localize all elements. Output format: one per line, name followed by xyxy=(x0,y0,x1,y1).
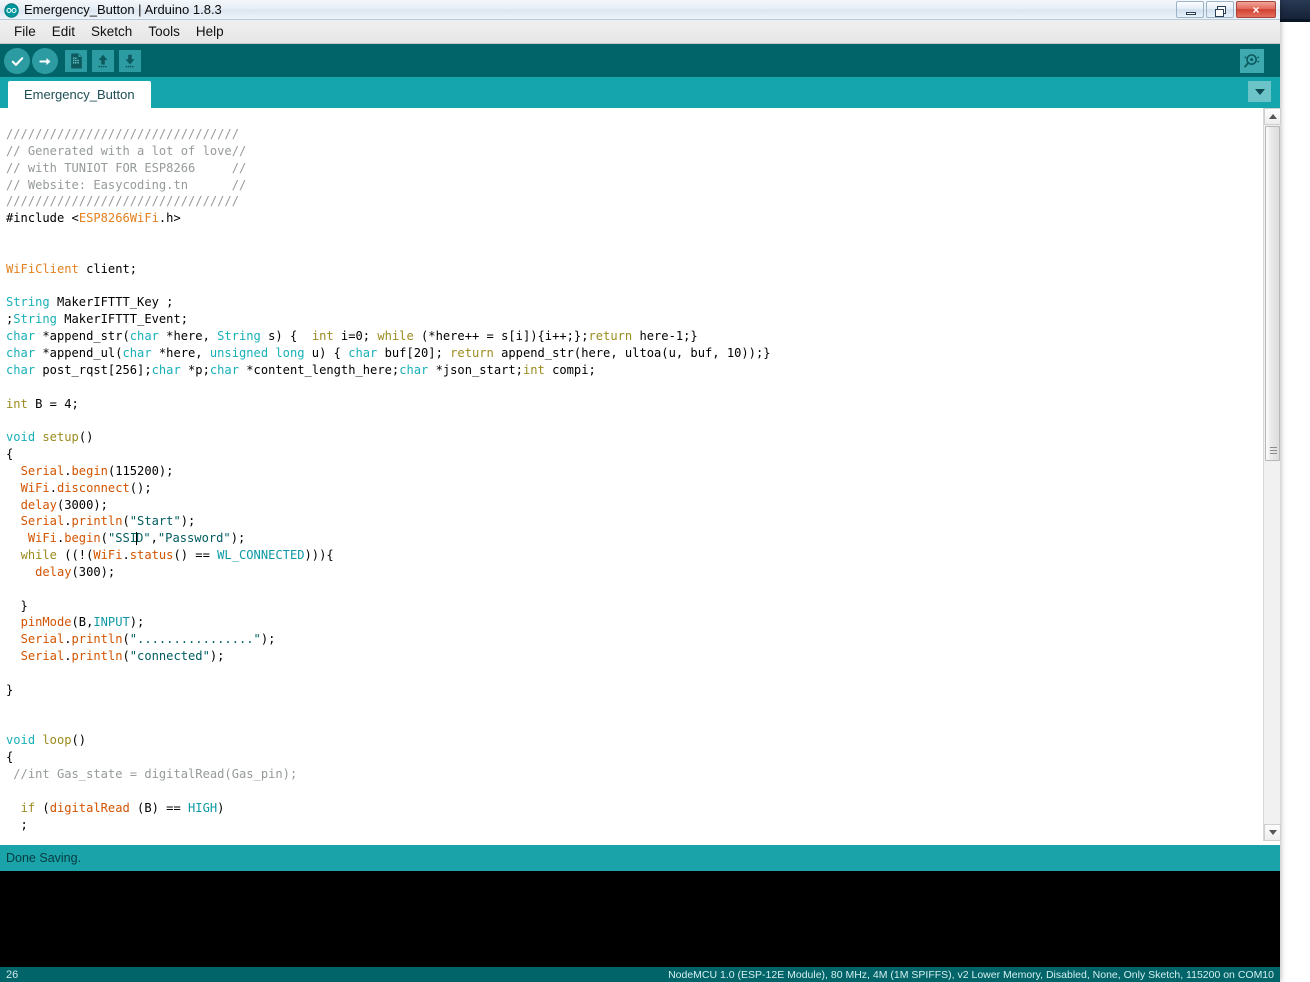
triangle-down-icon xyxy=(1268,830,1277,835)
toolbar xyxy=(0,44,1280,77)
menu-item-edit[interactable]: Edit xyxy=(44,22,83,41)
close-button[interactable]: × xyxy=(1236,1,1276,18)
scrollbar-grip-icon xyxy=(1270,447,1277,454)
editor-vertical-scrollbar[interactable] xyxy=(1263,108,1281,841)
arrow-up-icon xyxy=(92,50,114,72)
text-cursor xyxy=(136,532,138,546)
menu-item-file[interactable]: File xyxy=(6,22,44,41)
upload-button[interactable] xyxy=(32,48,58,74)
serial-monitor-button[interactable] xyxy=(1240,48,1264,73)
new-document-icon xyxy=(65,50,87,72)
scrollbar-thumb[interactable] xyxy=(1265,126,1280,461)
open-sketch-button[interactable] xyxy=(92,48,114,72)
code-text: //////////////////////////////// // Gene… xyxy=(6,127,771,832)
bottom-status-bar: 26 NodeMCU 1.0 (ESP-12E Module), 80 MHz,… xyxy=(0,967,1280,982)
sketch-tab-bar: Emergency_Button xyxy=(0,77,1280,108)
menu-item-sketch[interactable]: Sketch xyxy=(83,22,140,41)
verify-button[interactable] xyxy=(4,48,30,74)
scroll-down-button[interactable] xyxy=(1264,824,1281,841)
magnifier-icon xyxy=(1240,49,1264,73)
restore-button[interactable] xyxy=(1206,1,1234,18)
tab-emergency-button[interactable]: Emergency_Button xyxy=(8,81,151,108)
code-editor[interactable]: //////////////////////////////// // Gene… xyxy=(0,108,1280,841)
title-bar: Emergency_Button | Arduino 1.8.3 × xyxy=(0,0,1280,20)
board-info-label: NodeMCU 1.0 (ESP-12E Module), 80 MHz, 4M… xyxy=(668,968,1274,981)
menu-item-tools[interactable]: Tools xyxy=(140,22,188,41)
save-sketch-button[interactable] xyxy=(119,48,141,72)
check-icon xyxy=(4,48,30,74)
line-number-indicator: 26 xyxy=(6,968,19,981)
minimize-button[interactable] xyxy=(1176,1,1204,18)
menu-item-help[interactable]: Help xyxy=(188,22,232,41)
new-sketch-button[interactable] xyxy=(65,48,87,72)
arduino-ide-window: Emergency_Button | Arduino 1.8.3 × File … xyxy=(0,0,1281,982)
scroll-up-button[interactable] xyxy=(1264,108,1281,125)
status-message-bar: Done Saving. xyxy=(0,845,1280,871)
arrow-right-icon xyxy=(32,48,58,74)
tab-label: Emergency_Button xyxy=(24,87,135,102)
close-icon: × xyxy=(1252,2,1260,17)
window-title: Emergency_Button | Arduino 1.8.3 xyxy=(24,2,222,17)
minimize-icon xyxy=(1186,12,1196,15)
restore-icon-back xyxy=(1215,9,1224,17)
arrow-down-icon xyxy=(119,50,141,72)
arduino-infinity-logo-icon xyxy=(4,3,19,18)
console-output[interactable] xyxy=(0,871,1280,967)
chevron-down-icon xyxy=(1254,88,1265,95)
tab-menu-button[interactable] xyxy=(1248,81,1271,102)
status-message: Done Saving. xyxy=(6,851,82,865)
triangle-up-icon xyxy=(1268,114,1277,119)
menu-bar: File Edit Sketch Tools Help xyxy=(0,20,1280,44)
